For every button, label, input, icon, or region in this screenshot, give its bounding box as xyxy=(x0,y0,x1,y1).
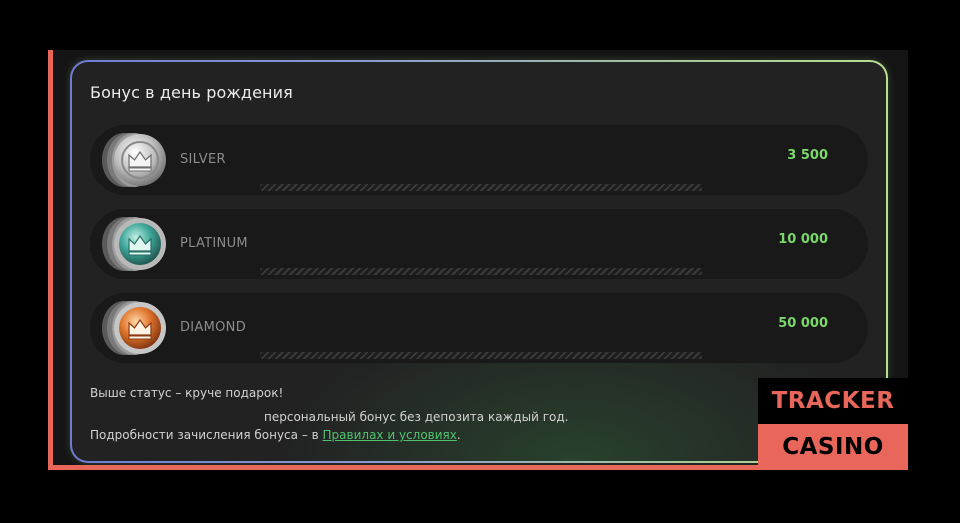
terms-link[interactable]: Правилах и условиях xyxy=(323,428,457,442)
tier-name: PLATINUM xyxy=(180,236,248,251)
platinum-crown-coin-icon xyxy=(102,217,166,271)
diamond-crown-coin-icon xyxy=(102,301,166,355)
tier-amount: 50 000 xyxy=(778,316,828,331)
tier-name: SILVER xyxy=(180,152,226,167)
footer-details-prefix: Подробности зачисления бонуса – в xyxy=(90,428,323,442)
footer-details-text: Подробности зачисления бонуса – в Правил… xyxy=(90,428,461,442)
tier-row-silver: SILVER 3 500 xyxy=(90,125,868,195)
watermark-casino: CASINO xyxy=(758,424,908,470)
frame-accent-bottom xyxy=(48,465,758,470)
tier-name: DIAMOND xyxy=(180,320,247,335)
tier-row-platinum: PLATINUM 10 000 xyxy=(90,209,868,279)
silver-crown-coin-icon xyxy=(102,133,166,187)
footer-status-text: Выше статус – круче подарок! xyxy=(90,386,284,400)
frame-accent-left xyxy=(48,50,53,470)
watermark-tracker: TRACKER xyxy=(758,378,908,424)
progress-track xyxy=(260,184,702,191)
footer-personal-bonus-text: персональный бонус без депозита каждый г… xyxy=(264,410,569,424)
progress-track xyxy=(260,352,702,359)
progress-track xyxy=(260,268,702,275)
tier-amount: 3 500 xyxy=(787,148,828,163)
tier-row-diamond: DIAMOND 50 000 xyxy=(90,293,868,363)
panel-title: Бонус в день рождения xyxy=(90,83,293,102)
footer-details-suffix: . xyxy=(456,428,461,442)
tier-amount: 10 000 xyxy=(778,232,828,247)
